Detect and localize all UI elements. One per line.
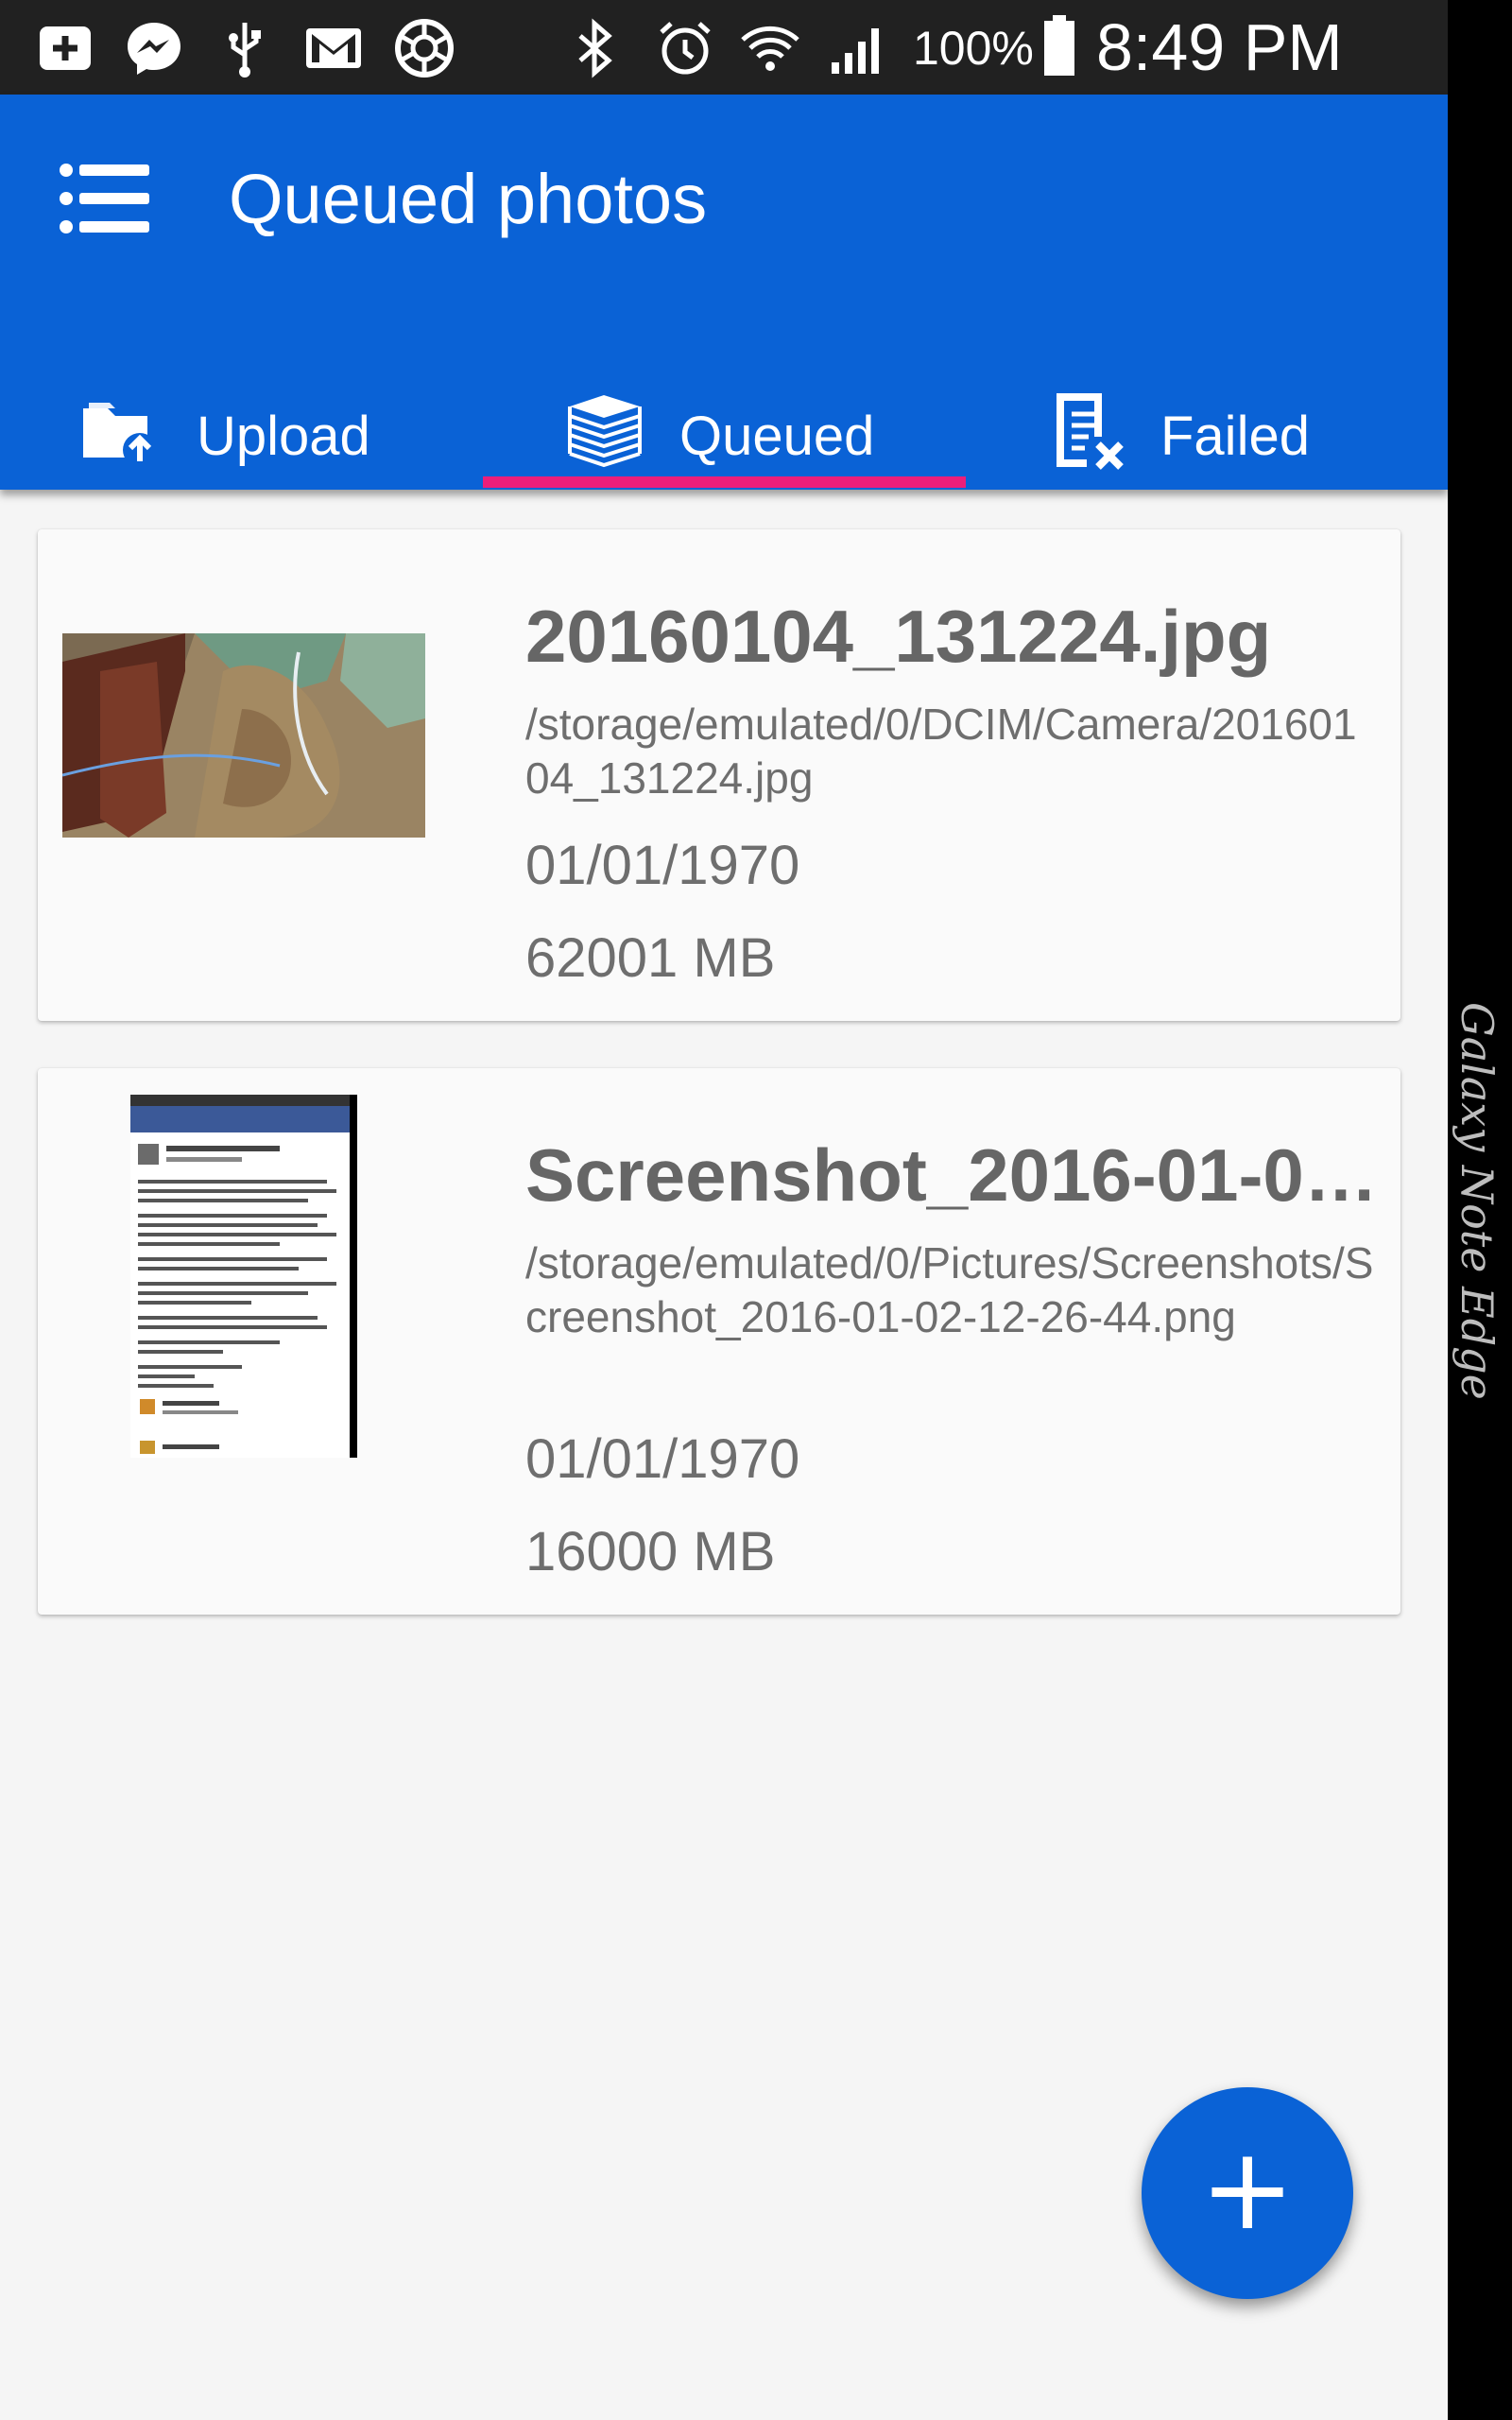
screenshot-thumbnail — [130, 1095, 357, 1458]
messenger-icon — [128, 23, 180, 75]
file-size: 62001 MB — [525, 927, 776, 989]
wifi-icon — [741, 26, 799, 71]
folder-upload-icon — [83, 403, 157, 467]
alarm-icon — [660, 22, 711, 75]
queue-card[interactable]: 20160104_131224.jpg /storage/emulated/0/… — [38, 529, 1400, 1021]
plus-box-icon — [40, 26, 91, 70]
queue-card[interactable]: Screenshot_2016-01-02-12-26-44.png /stor… — [38, 1068, 1404, 1615]
file-date: 01/01/1970 — [525, 1428, 800, 1490]
tab-queued[interactable]: Queued — [483, 378, 966, 490]
usb-icon — [229, 23, 261, 78]
app-bar: Queued photos Upload Queued Failed — [0, 95, 1448, 490]
file-name: Screenshot_2016-01-02-12-26-44.png — [525, 1133, 1404, 1217]
file-path: /storage/emulated/0/DCIM/Camera/20160104… — [525, 700, 1357, 803]
device-edge-label: Galaxy Note Edge — [1452, 1002, 1503, 1400]
tab-indicator — [483, 476, 966, 488]
list-menu-icon[interactable] — [57, 161, 151, 236]
app-screen: 100% 8:49 PM Queued photos Upload Queued… — [0, 0, 1448, 2420]
document-x-icon — [1057, 393, 1124, 470]
clock: 8:49 PM — [1096, 10, 1343, 84]
photo-image — [62, 633, 425, 838]
tab-upload[interactable]: Upload — [0, 378, 483, 490]
tab-upload-label: Upload — [197, 406, 370, 467]
file-size: 16000 MB — [525, 1521, 776, 1582]
screenshot-image — [130, 1095, 357, 1458]
tab-failed[interactable]: Failed — [966, 378, 1448, 490]
battery-icon — [1044, 15, 1074, 76]
tab-queued-label: Queued — [679, 406, 875, 467]
stack-icon — [568, 395, 642, 468]
aperture-icon — [395, 19, 454, 78]
tab-failed-label: Failed — [1160, 406, 1310, 467]
battery-percent: 100% — [913, 22, 1034, 75]
add-photo-button[interactable]: + — [1142, 2087, 1353, 2299]
signal-icon — [832, 28, 879, 74]
bluetooth-icon — [578, 18, 612, 78]
photo-thumbnail — [62, 633, 425, 838]
gmail-icon — [306, 28, 361, 68]
file-name: 20160104_131224.jpg — [525, 595, 1272, 678]
file-date: 01/01/1970 — [525, 835, 800, 896]
status-bar: 100% 8:49 PM — [0, 0, 1448, 95]
file-path: /storage/emulated/0/Pictures/Screenshots… — [525, 1238, 1374, 1341]
page-title: Queued photos — [229, 160, 708, 238]
